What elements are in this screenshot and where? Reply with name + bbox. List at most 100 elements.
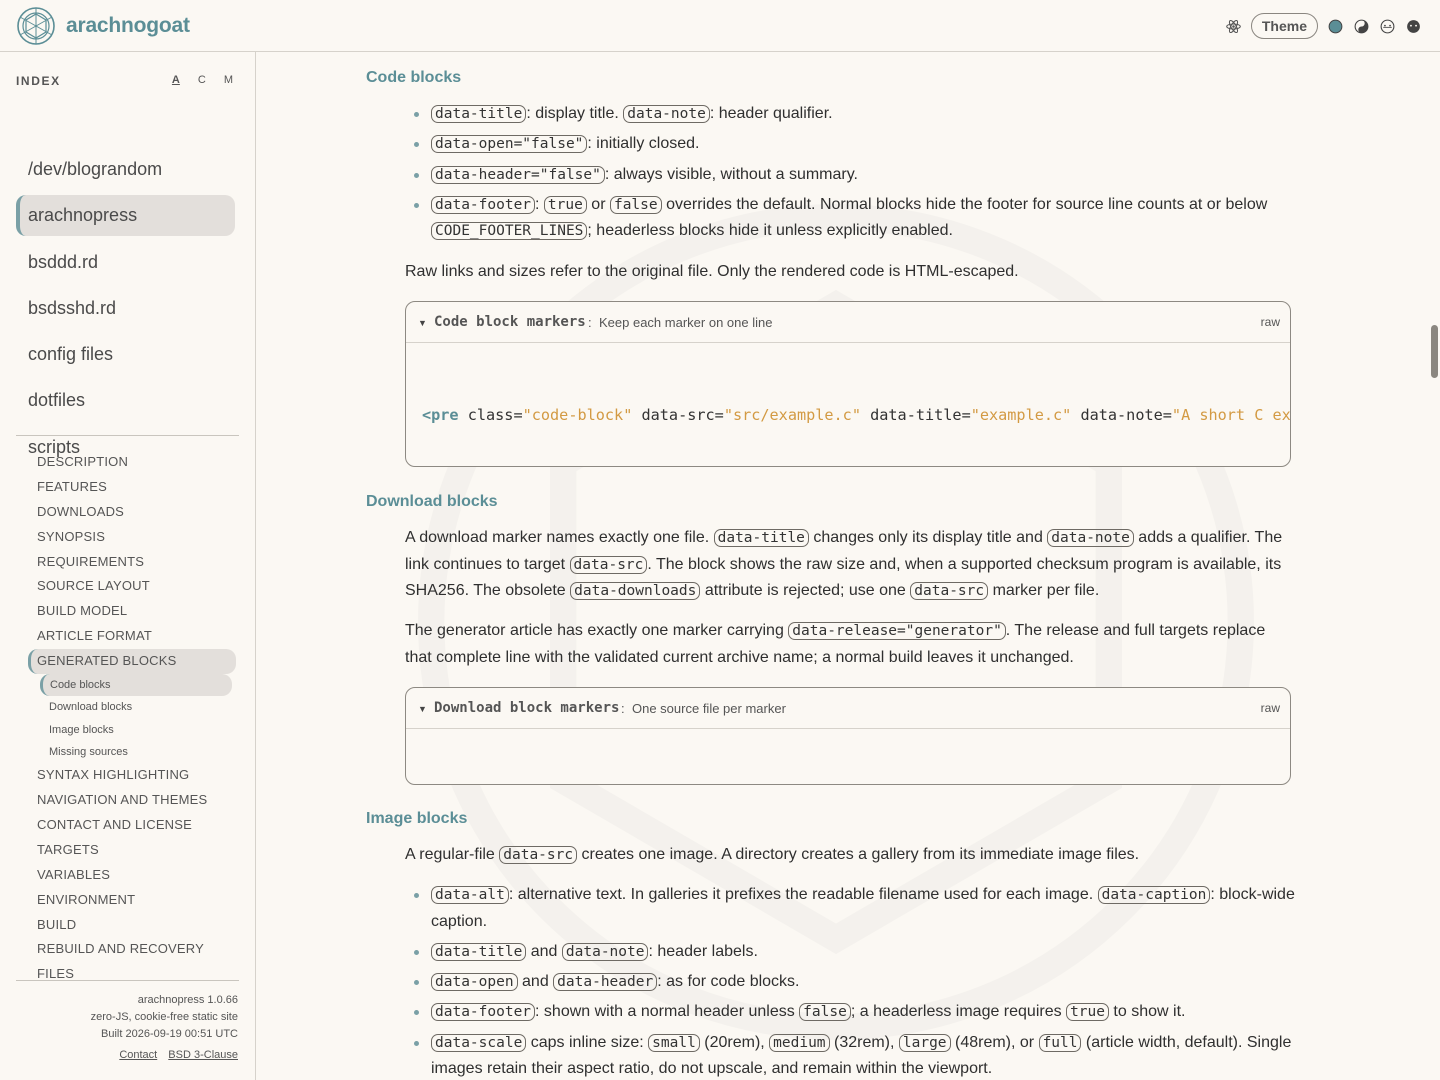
- inline-code: data-scale: [431, 1033, 527, 1052]
- code-equals: =: [714, 406, 724, 424]
- code-box-header[interactable]: ▼ Code block markers : Keep each marker …: [406, 302, 1290, 343]
- site-item[interactable]: bsdsshd.rd: [16, 288, 235, 329]
- raw-links-paragraph: Raw links and sizes refer to the origina…: [405, 263, 1019, 280]
- code-equals: =: [1162, 406, 1172, 424]
- toc-item[interactable]: SYNTAX HIGHLIGHTING: [28, 763, 236, 788]
- inline-code: data-open="false": [431, 135, 588, 154]
- text: : as for code blocks.: [657, 973, 800, 991]
- index-heading: INDEX: [16, 74, 61, 88]
- inline-code: data-title: [431, 942, 527, 961]
- text: or: [586, 195, 610, 213]
- download-paragraph-2: The generator article has exactly one ma…: [405, 618, 1295, 671]
- inline-code: data-note: [1047, 529, 1134, 547]
- build-time: Built 2026-09-19 00:51 UTC: [101, 1028, 238, 1040]
- toc-subitem-active[interactable]: Code blocks: [40, 674, 232, 697]
- code-tag: <pre: [422, 406, 459, 424]
- image-attribute-list: data-alt: alternative text. In galleries…: [405, 882, 1295, 1080]
- raw-link[interactable]: raw: [1261, 701, 1280, 715]
- list-item: data-open and data-header: as for code b…: [405, 969, 1295, 996]
- list-item: data-footer: true or false overrides the…: [405, 192, 1295, 245]
- face-dark-icon[interactable]: [1405, 18, 1422, 35]
- toc-item[interactable]: FILES: [28, 962, 236, 980]
- toc-item[interactable]: SYNOPSIS: [28, 525, 236, 550]
- yin-yang-icon[interactable]: [1353, 18, 1370, 35]
- toc-item[interactable]: BUILD MODEL: [28, 599, 236, 624]
- site-item-active[interactable]: arachnopress: [16, 195, 235, 237]
- brand-name[interactable]: arachnogoat: [66, 14, 190, 38]
- text: :: [535, 195, 544, 213]
- text: : alternative text. In galleries it pref…: [508, 886, 1098, 903]
- sort-created[interactable]: C: [198, 74, 206, 86]
- toc-item[interactable]: SOURCE LAYOUT: [28, 574, 236, 599]
- footer-links: Contact BSD 3-Clause: [91, 1047, 238, 1064]
- toc-subitem[interactable]: Image blocks: [28, 719, 236, 741]
- site-list: /dev/blograndom arachnopress bsddd.rd bs…: [16, 149, 235, 473]
- inline-code: data-caption: [1097, 886, 1211, 904]
- contact-link[interactable]: Contact: [119, 1049, 157, 1061]
- image-blocks-heading: Image blocks: [366, 810, 468, 827]
- toc-item[interactable]: ENVIRONMENT: [28, 888, 236, 913]
- code-box-title: Code block markers: [434, 314, 586, 330]
- code-attr-name: data-note: [1080, 406, 1163, 424]
- list-item: data-header="false": always visible, wit…: [405, 162, 1295, 189]
- download-box-header[interactable]: ▼ Download block markers : One source fi…: [406, 688, 1290, 729]
- list-item: data-scale caps inline size: small (20re…: [405, 1030, 1295, 1080]
- inline-code: CODE_FOOTER_LINES: [431, 222, 588, 241]
- code-equals: =: [961, 406, 971, 424]
- inline-code: data-header: [553, 973, 658, 992]
- text: (20rem),: [699, 1033, 770, 1051]
- code-attr-value: "code-block": [522, 406, 633, 424]
- license-link[interactable]: BSD 3-Clause: [168, 1049, 238, 1061]
- code-block-markers-box: ▼ Code block markers : Keep each marker …: [405, 301, 1291, 467]
- disclosure-triangle-icon[interactable]: ▼: [418, 318, 427, 328]
- text: and: [517, 973, 554, 991]
- theme-button[interactable]: Theme: [1250, 13, 1318, 39]
- toc-item[interactable]: CONTACT AND LICENSE: [28, 813, 236, 838]
- toc-item[interactable]: REQUIREMENTS: [28, 550, 236, 575]
- download-box-separator: :: [621, 701, 625, 716]
- article: Code blocks data-title: display title. d…: [256, 52, 1440, 1080]
- list-item: data-open="false": initially closed.: [405, 131, 1295, 158]
- sort-modified[interactable]: M: [224, 74, 233, 86]
- inline-code: data-alt: [431, 886, 509, 904]
- toc-item[interactable]: DESCRIPTION: [28, 450, 236, 475]
- toc-item[interactable]: BUILD: [28, 913, 236, 938]
- text: A download marker names exactly one file…: [405, 529, 714, 546]
- inline-code: data-src: [569, 555, 648, 574]
- teal-circle-icon[interactable]: [1327, 18, 1344, 35]
- scrollbar-thumb[interactable]: [1431, 325, 1438, 378]
- index-sort-controls: A C M: [172, 74, 233, 86]
- site-item[interactable]: dotfiles: [16, 380, 235, 421]
- site-item[interactable]: bsddd.rd: [16, 242, 235, 283]
- code-attr-name: data-src: [641, 406, 715, 424]
- toc-subitem[interactable]: Download blocks: [28, 696, 236, 718]
- face-outline-icon[interactable]: [1379, 18, 1396, 35]
- code-attr-value: "A short C example": [1171, 406, 1291, 424]
- inline-code: true: [543, 195, 587, 214]
- sort-alpha[interactable]: A: [172, 74, 180, 86]
- toc-item[interactable]: ARTICLE FORMAT: [28, 624, 236, 649]
- text: ; a headerless image requires: [850, 1003, 1067, 1021]
- inline-code: medium: [769, 1033, 830, 1052]
- site-item[interactable]: config files: [16, 334, 235, 375]
- logo-icon[interactable]: [16, 6, 56, 46]
- inline-code: data-note: [623, 105, 710, 123]
- top-bar: arachnogoat Theme: [0, 0, 1440, 52]
- atom-icon[interactable]: [1225, 18, 1242, 35]
- toc-item-active[interactable]: GENERATED BLOCKS: [28, 649, 236, 675]
- toc-item[interactable]: REBUILD AND RECOVERY: [28, 937, 236, 962]
- toc-item[interactable]: VARIABLES: [28, 863, 236, 888]
- toc-item[interactable]: DOWNLOADS: [28, 500, 236, 525]
- toc-item[interactable]: TARGETS: [28, 838, 236, 863]
- text: (48rem), or: [950, 1033, 1039, 1051]
- raw-link[interactable]: raw: [1261, 315, 1280, 329]
- toc-item[interactable]: FEATURES: [28, 475, 236, 500]
- disclosure-triangle-icon[interactable]: ▼: [418, 704, 427, 714]
- text: caps inline size:: [526, 1033, 649, 1051]
- site-item[interactable]: /dev/blograndom: [16, 149, 235, 190]
- code-box-body: <pre class="code-block" data-src="src/ex…: [406, 343, 1291, 466]
- download-box-title: Download block markers: [434, 700, 620, 716]
- toc-item[interactable]: NAVIGATION AND THEMES: [28, 788, 236, 813]
- toc-subitem[interactable]: Missing sources: [28, 741, 236, 763]
